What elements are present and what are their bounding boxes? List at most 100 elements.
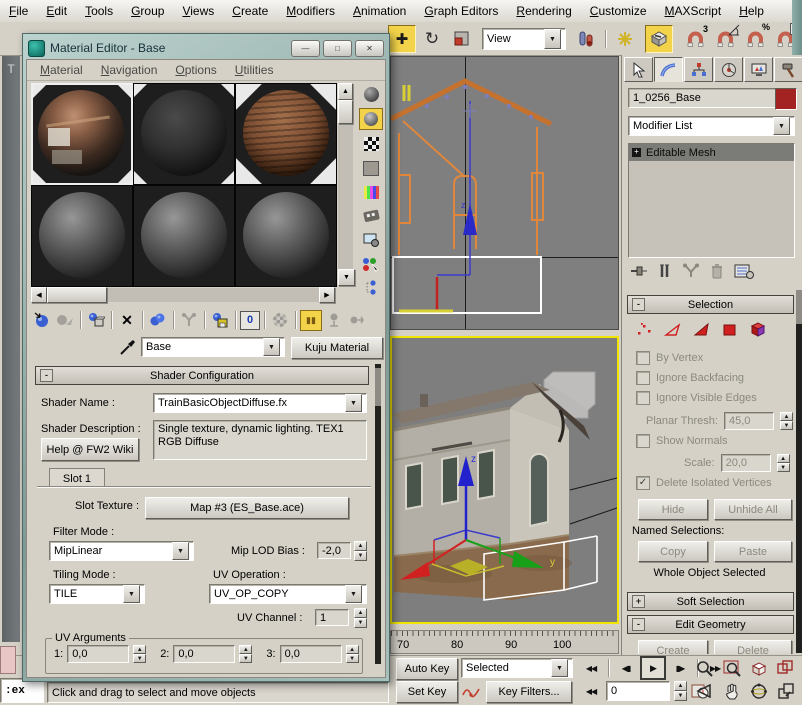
selection-rollout-header[interactable]: - Selection xyxy=(627,295,794,314)
close-button[interactable]: ✕ xyxy=(355,40,384,57)
sample-slot-6[interactable] xyxy=(235,185,337,287)
spin-down-icon[interactable]: ▼ xyxy=(133,654,146,663)
dropdown-arrow-icon[interactable]: ▼ xyxy=(544,29,561,49)
spin-down-icon[interactable]: ▼ xyxy=(239,654,252,663)
scale-spinner[interactable]: ▲ ▼ xyxy=(777,454,790,472)
checkbox-icon[interactable] xyxy=(636,391,650,405)
me-menu-options[interactable]: Options xyxy=(166,60,225,80)
uv-arg1-spinner[interactable]: ▲ ▼ xyxy=(133,645,146,663)
dropdown-arrow-icon[interactable]: ▼ xyxy=(123,585,140,603)
go-to-parent-button[interactable] xyxy=(323,310,345,330)
zoom-all-button[interactable] xyxy=(720,658,743,678)
menu-maxscript[interactable]: MAXScript xyxy=(656,1,731,21)
show-map-in-viewport-button[interactable] xyxy=(269,310,291,330)
key-filters-button[interactable]: Key Filters... xyxy=(486,681,572,703)
uv-channel-field[interactable]: 1 xyxy=(315,609,349,626)
sample-type-button[interactable] xyxy=(360,84,382,104)
soft-selection-rollout-header[interactable]: + Soft Selection xyxy=(627,592,794,611)
polygon-subobject-icon[interactable] xyxy=(722,322,737,337)
material-type-button[interactable]: Kuju Material xyxy=(291,337,383,359)
percent-snap-toggle-button[interactable]: % xyxy=(741,25,769,53)
stack-item-editable-mesh[interactable]: + Editable Mesh xyxy=(629,144,794,161)
expand-icon[interactable]: + xyxy=(632,595,645,608)
ignore-backfacing-checkbox[interactable]: Ignore Backfacing xyxy=(636,371,744,385)
get-material-button[interactable] xyxy=(31,310,53,330)
menu-graph-editors[interactable]: Graph Editors xyxy=(415,1,507,21)
menu-tools[interactable]: Tools xyxy=(76,1,122,21)
menu-file[interactable]: File xyxy=(0,1,37,21)
command-panel-scrollbar[interactable] xyxy=(796,290,802,653)
spin-up-icon[interactable]: ▲ xyxy=(346,645,359,654)
delete-isolated-checkbox[interactable]: ✓ Delete Isolated Vertices xyxy=(636,476,772,490)
scrollbar-thumb[interactable] xyxy=(47,287,107,303)
uv-arg2-spinner[interactable]: ▲ ▼ xyxy=(239,645,252,663)
sample-slot-1-active[interactable] xyxy=(31,83,133,185)
spin-up-icon[interactable]: ▲ xyxy=(780,412,793,421)
sample-slot-3[interactable] xyxy=(235,83,337,185)
menu-modifiers[interactable]: Modifiers xyxy=(277,1,344,21)
go-forward-sibling-button[interactable] xyxy=(346,310,368,330)
timeline-ruler[interactable]: 70 80 90 100 xyxy=(390,630,619,654)
spin-up-icon[interactable]: ▲ xyxy=(239,645,252,654)
default-in-out-tangents-button[interactable] xyxy=(461,681,481,701)
menu-help[interactable]: Help xyxy=(730,1,773,21)
uv-arg2-field[interactable]: 0,0 xyxy=(173,645,235,663)
filter-mode-dropdown[interactable]: MipLinear ▼ xyxy=(49,541,194,561)
modifier-list-dropdown[interactable]: Modifier List ▼ xyxy=(628,116,795,136)
mip-lod-bias-field[interactable]: -2,0 xyxy=(317,542,351,559)
spin-up-icon[interactable]: ▲ xyxy=(354,608,367,618)
checkbox-icon[interactable] xyxy=(636,351,650,365)
spin-down-icon[interactable]: ▼ xyxy=(780,421,793,430)
min-max-toggle-button[interactable] xyxy=(774,681,797,701)
tab-hierarchy[interactable] xyxy=(684,57,713,82)
spin-up-icon[interactable]: ▲ xyxy=(674,681,687,691)
slot-1-tab[interactable]: Slot 1 xyxy=(49,468,105,488)
material-editor-titlebar[interactable]: Material Editor - Base — □ ✕ xyxy=(26,37,386,59)
previous-frame-button[interactable]: ◀▮ xyxy=(615,658,637,678)
put-material-to-scene-button[interactable] xyxy=(54,310,76,330)
edit-geometry-rollout-header[interactable]: - Edit Geometry xyxy=(627,615,794,634)
uv-channel-spinner[interactable]: ▲ ▼ xyxy=(354,608,367,628)
modifier-stack[interactable]: + Editable Mesh xyxy=(628,143,795,258)
spin-down-icon[interactable]: ▼ xyxy=(674,691,687,701)
help-fw2-wiki-button[interactable]: Help @ FW2 Wiki xyxy=(41,438,139,461)
key-mode-toggle-button[interactable]: ◀◀ xyxy=(580,681,602,701)
menu-group[interactable]: Group xyxy=(122,1,173,21)
dropdown-arrow-icon[interactable]: ▼ xyxy=(172,542,189,560)
make-unique-icon[interactable] xyxy=(682,263,700,279)
element-subobject-icon[interactable] xyxy=(749,321,767,337)
spin-up-icon[interactable]: ▲ xyxy=(777,454,790,463)
angle-snap-toggle-button[interactable] xyxy=(711,25,739,53)
tab-create[interactable] xyxy=(624,57,653,82)
spin-down-icon[interactable]: ▼ xyxy=(777,463,790,472)
select-and-manipulate-button[interactable] xyxy=(611,25,639,53)
checkbox-icon[interactable] xyxy=(636,434,650,448)
tiling-mode-dropdown[interactable]: TILE ▼ xyxy=(49,584,145,604)
tab-modify[interactable] xyxy=(654,57,683,82)
sample-slot-2[interactable] xyxy=(133,83,235,185)
dropdown-arrow-icon[interactable]: ▼ xyxy=(551,659,568,677)
mini-listener-macro[interactable] xyxy=(0,646,16,674)
spin-down-icon[interactable]: ▼ xyxy=(354,551,367,561)
planar-thresh-spinner[interactable]: ▲ ▼ xyxy=(780,412,793,430)
scroll-right-button[interactable]: ▶ xyxy=(319,287,335,303)
menu-create[interactable]: Create xyxy=(223,1,277,21)
uv-operation-dropdown[interactable]: UV_OP_COPY ▼ xyxy=(209,584,367,604)
current-frame-field[interactable]: 0 xyxy=(606,681,670,701)
create-button[interactable]: Create xyxy=(638,640,708,654)
show-end-result-stack-icon[interactable] xyxy=(658,263,672,279)
show-normals-checkbox[interactable]: Show Normals xyxy=(636,434,728,448)
collapse-icon[interactable]: - xyxy=(632,618,645,631)
put-to-library-button[interactable] xyxy=(209,310,231,330)
use-center-button[interactable] xyxy=(572,25,600,53)
ignore-visible-edges-checkbox[interactable]: Ignore Visible Edges xyxy=(636,391,757,405)
menu-animation[interactable]: Animation xyxy=(344,1,415,21)
object-color-swatch[interactable] xyxy=(775,88,797,110)
sample-slot-4[interactable] xyxy=(31,185,133,287)
scrollbar-thumb[interactable] xyxy=(338,100,353,124)
spin-down-icon[interactable]: ▼ xyxy=(346,654,359,663)
show-end-result-button[interactable]: ▮▮ xyxy=(300,310,322,331)
reference-coordinate-dropdown[interactable]: View ▼ xyxy=(482,28,566,50)
material-name-dropdown[interactable]: Base ▼ xyxy=(141,337,285,357)
make-preview-button[interactable] xyxy=(360,206,382,226)
